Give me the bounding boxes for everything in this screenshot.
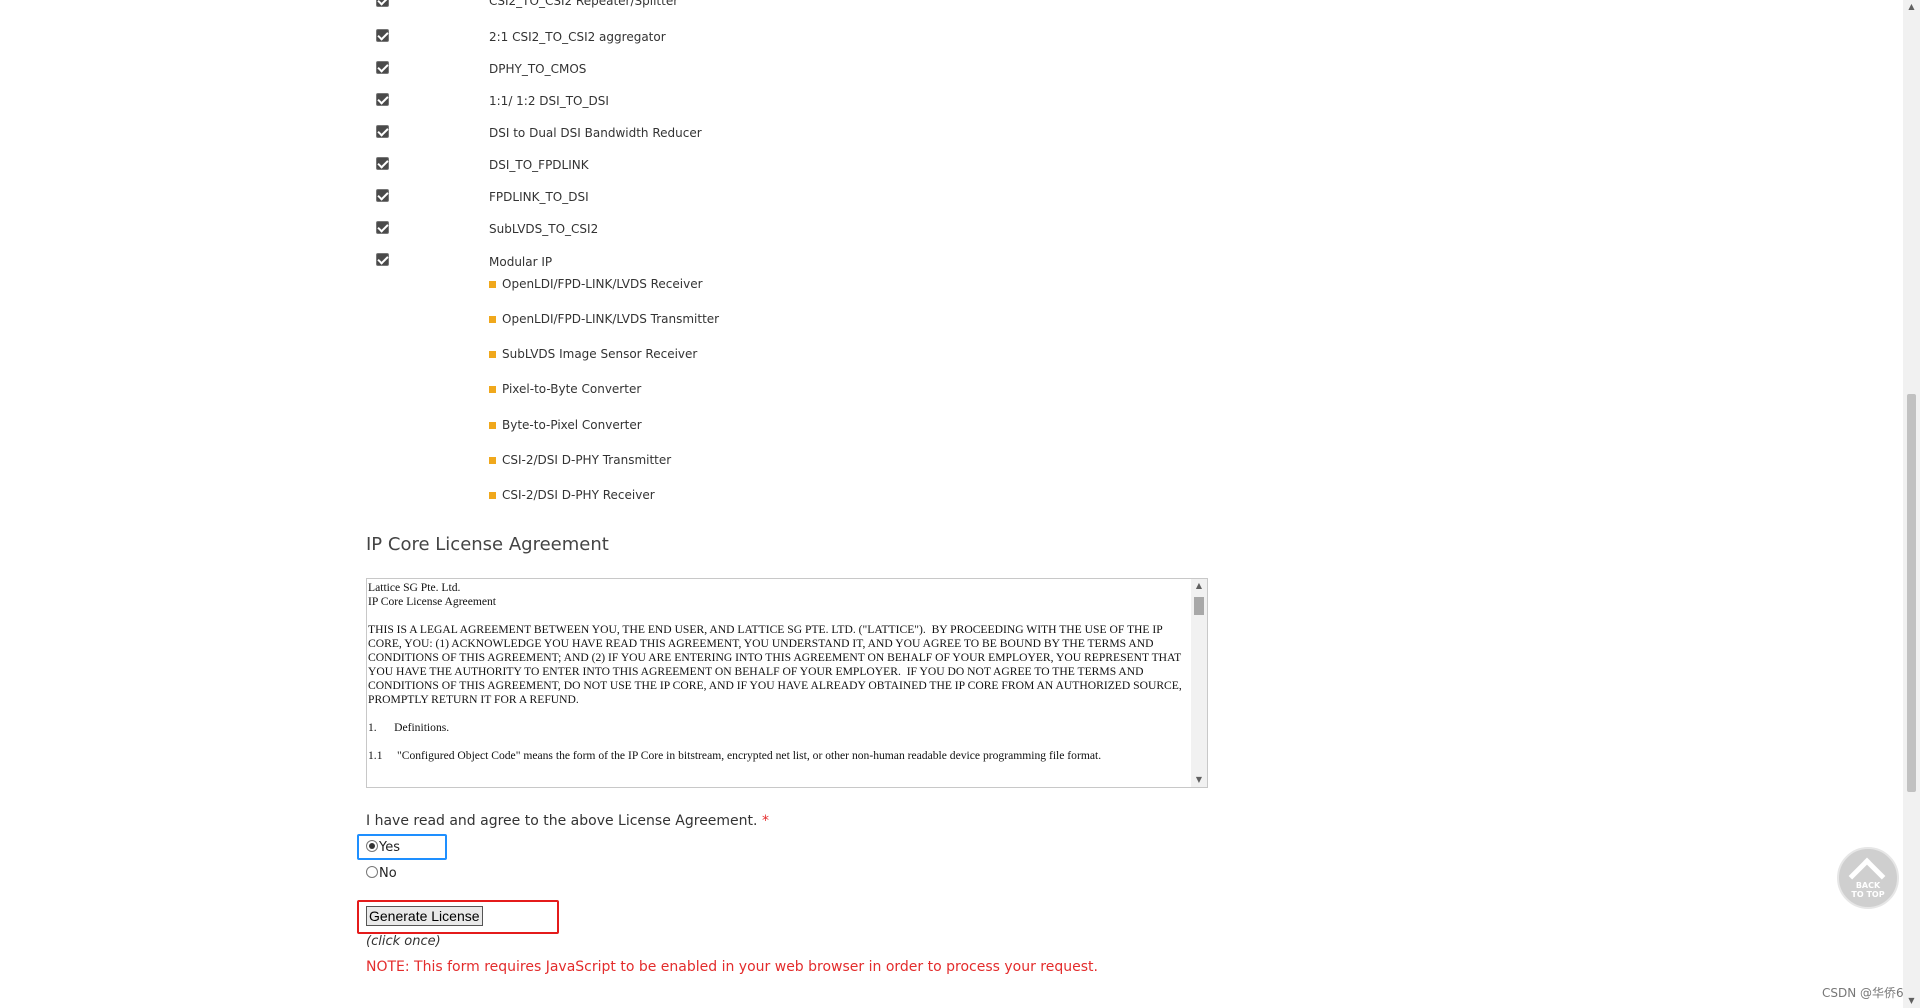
bullet-icon [489,386,496,393]
ip-label: SubLVDS_TO_CSI2 [489,222,599,236]
radio-yes[interactable]: Yes [366,840,400,858]
modular-ip-item: Pixel-to-Byte Converter [489,382,1089,400]
ip-row[interactable]: DSI to Dual DSI Bandwidth Reducer [366,125,966,145]
ip-checkbox[interactable] [376,0,389,7]
scroll-down-icon[interactable]: ▼ [1191,773,1207,787]
click-once-hint: (click once) [366,934,441,949]
license-scrollbar[interactable]: ▲ ▼ [1191,579,1207,787]
page-scroll-thumb[interactable] [1907,394,1916,792]
ip-label: 2:1 CSI2_TO_CSI2 aggregator [489,30,666,44]
modular-ip-item: CSI-2/DSI D-PHY Receiver [489,488,1089,506]
back-to-top-button[interactable]: BACK TO TOP [1837,847,1899,909]
bullet-icon [489,492,496,499]
scroll-thumb[interactable] [1194,597,1204,615]
page-scroll-down-icon[interactable]: ▼ [1903,994,1920,1008]
ip-checkbox[interactable] [376,157,389,170]
generate-license-button[interactable]: Generate License [366,906,483,926]
required-mark: * [761,813,769,829]
modular-ip-item: Byte-to-Pixel Converter [489,418,1089,436]
ip-label: 1:1/ 1:2 DSI_TO_DSI [489,94,609,108]
ip-checkbox[interactable] [376,221,389,234]
bullet-icon [489,457,496,464]
ip-label: DSI_TO_FPDLINK [489,158,589,172]
ip-row[interactable]: 1:1/ 1:2 DSI_TO_DSI [366,93,966,113]
ip-row[interactable]: DPHY_TO_CMOS [366,61,966,81]
radio-no[interactable]: No [366,866,397,884]
page-scrollbar[interactable]: ▲ ▼ [1903,0,1920,1008]
modular-ip-item: OpenLDI/FPD-LINK/LVDS Transmitter [489,312,1089,330]
ip-row[interactable]: CSI2_TO_CSI2 Repeater/Splitter [366,0,966,20]
ip-checkbox[interactable] [376,61,389,74]
ip-label: FPDLINK_TO_DSI [489,190,589,204]
scroll-up-icon[interactable]: ▲ [1191,579,1207,593]
license-text: Lattice SG Pte. Ltd. IP Core License Agr… [368,581,1182,762]
ip-row[interactable]: DSI_TO_FPDLINK [366,157,966,177]
ip-row[interactable]: 2:1 CSI2_TO_CSI2 aggregator [366,29,966,49]
ip-label: DSI to Dual DSI Bandwidth Reducer [489,126,702,140]
modular-ip-item: SubLVDS Image Sensor Receiver [489,347,1089,365]
ip-row[interactable]: FPDLINK_TO_DSI [366,189,966,209]
radio-no-input[interactable] [366,866,378,878]
ip-row[interactable]: Modular IP [366,253,966,273]
ip-checkbox[interactable] [376,125,389,138]
ip-checkbox[interactable] [376,253,389,266]
ip-checkbox[interactable] [376,29,389,42]
modular-ip-item: OpenLDI/FPD-LINK/LVDS Receiver [489,277,1089,295]
license-textarea[interactable]: Lattice SG Pte. Ltd. IP Core License Agr… [366,578,1208,788]
bullet-icon [489,281,496,288]
radio-yes-input[interactable] [366,840,378,852]
bullet-icon [489,351,496,358]
ip-row[interactable]: SubLVDS_TO_CSI2 [366,221,966,241]
modular-ip-item: CSI-2/DSI D-PHY Transmitter [489,453,1089,471]
agreement-question: I have read and agree to the above Licen… [366,813,769,829]
license-section-title: IP Core License Agreement [366,534,609,555]
javascript-note: NOTE: This form requires JavaScript to b… [366,959,1098,975]
watermark: CSDN @华侨6 [1822,986,1904,1000]
page-scroll-up-icon[interactable]: ▲ [1903,0,1920,14]
bullet-icon [489,422,496,429]
ip-label: Modular IP [489,255,553,269]
ip-checkbox[interactable] [376,189,389,202]
ip-label: CSI2_TO_CSI2 Repeater/Splitter [489,0,679,8]
ip-label: DPHY_TO_CMOS [489,62,587,76]
bullet-icon [489,316,496,323]
ip-checkbox[interactable] [376,93,389,106]
